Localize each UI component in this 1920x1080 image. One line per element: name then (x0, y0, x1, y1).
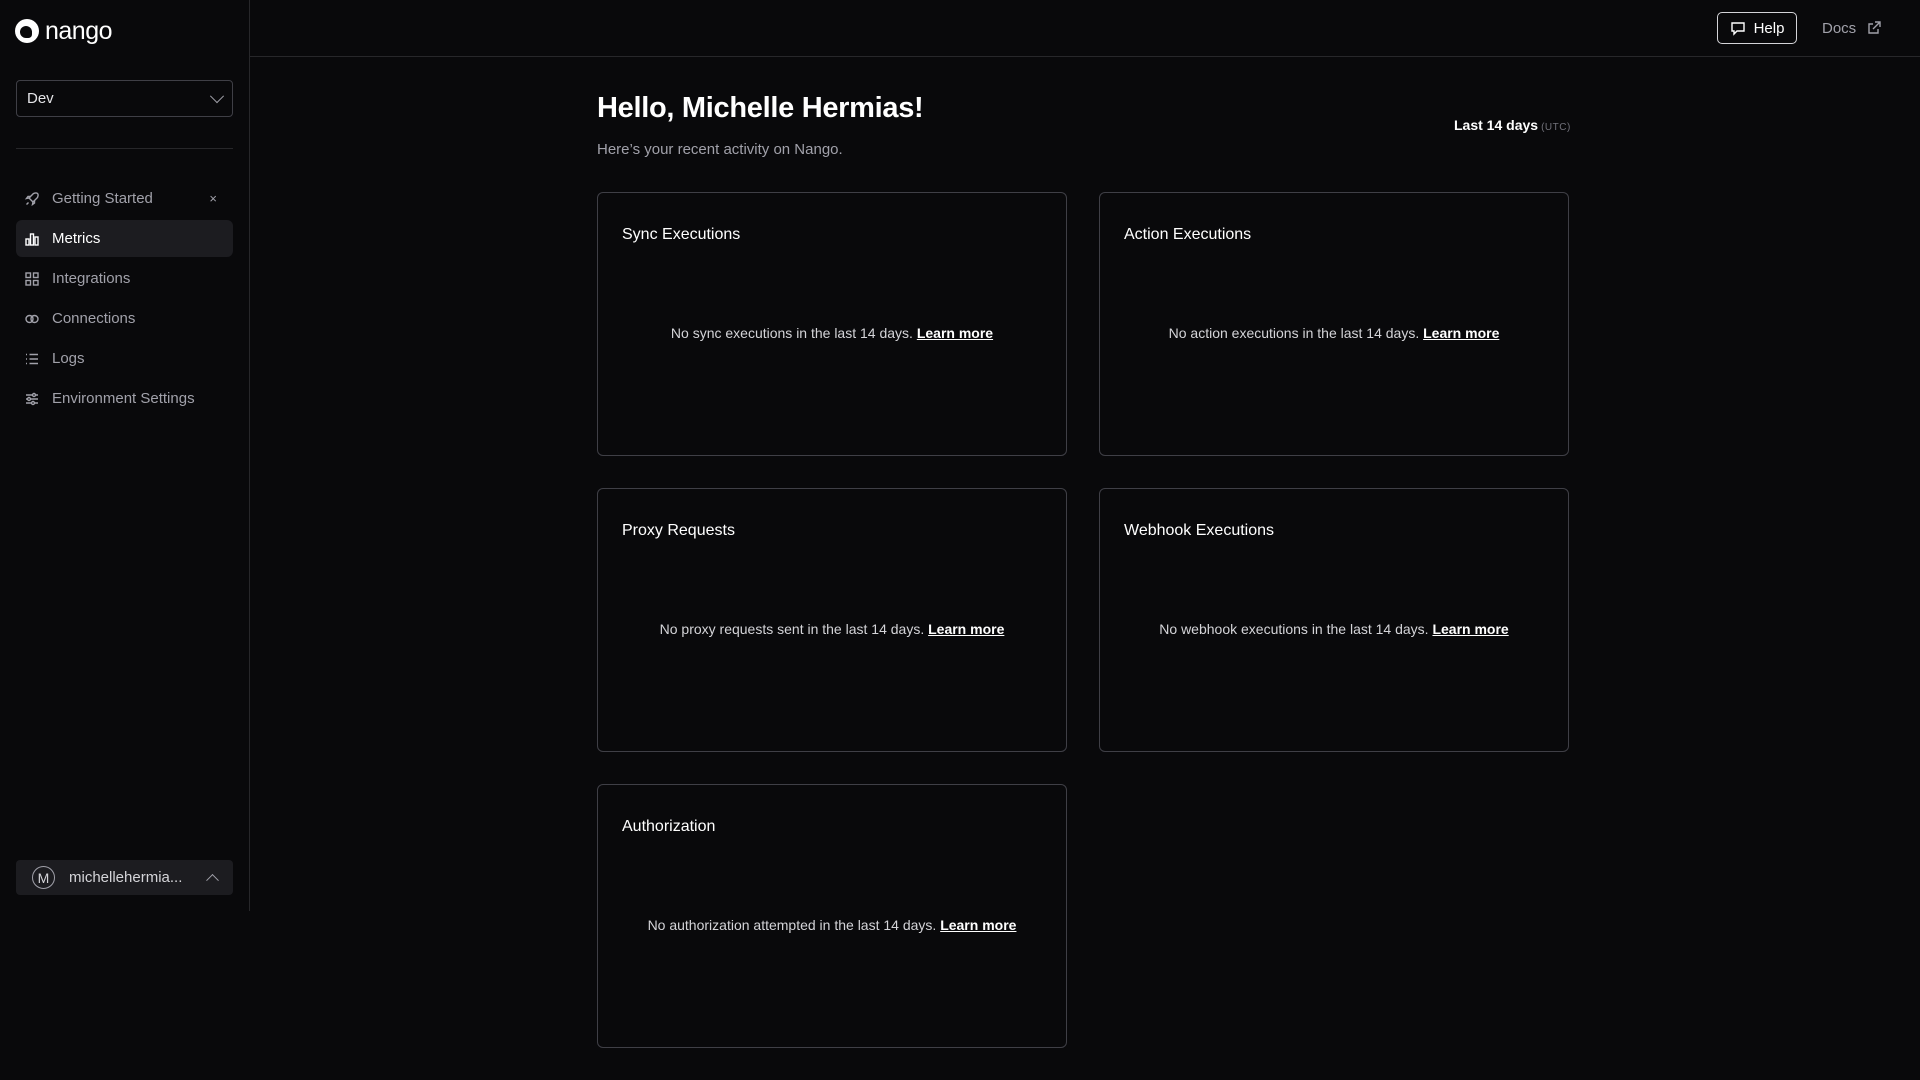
sidebar-item-label: Logs (52, 350, 85, 367)
page-subtitle: Here’s your recent activity on Nango. (597, 141, 843, 158)
sidebar-item-label: Metrics (52, 230, 101, 247)
card-webhook-executions: Webhook Executions No webhook executions… (1099, 488, 1569, 752)
sidebar-item-label: Getting Started (52, 190, 153, 207)
bar-chart-icon (24, 231, 40, 247)
nango-logo-icon (15, 19, 39, 43)
chevron-down-icon (209, 88, 225, 103)
help-button[interactable]: Help (1717, 12, 1797, 44)
sidebar-item-getting-started[interactable]: Getting Started × (16, 180, 233, 217)
card-action-executions: Action Executions No action executions i… (1099, 192, 1569, 456)
card-authorization: Authorization No authorization attempted… (597, 784, 1067, 1048)
learn-more-link[interactable]: Learn more (917, 325, 993, 341)
date-range[interactable]: Last 14 days (UTC) (1454, 117, 1571, 133)
empty-text: No sync executions in the last 14 days. (670, 325, 913, 341)
sidebar-nav: Getting Started × Metrics Integrations C… (16, 180, 233, 420)
empty-text: No proxy requests sent in the last 14 da… (659, 621, 925, 637)
sidebar-item-environment-settings[interactable]: Environment Settings (16, 380, 233, 417)
app: nango Dev Getting Started × Metrics Inte… (0, 0, 1920, 1080)
chat-icon (1730, 22, 1745, 36)
card-title: Webhook Executions (1124, 522, 1275, 539)
card-title: Action Executions (1124, 226, 1252, 243)
card-empty-message: No sync executions in the last 14 days. … (598, 325, 1066, 341)
sidebar-item-connections[interactable]: Connections (16, 300, 233, 337)
sidebar-item-logs[interactable]: Logs (16, 340, 233, 377)
date-range-label: Last 14 days (1454, 117, 1539, 133)
sidebar-item-integrations[interactable]: Integrations (16, 260, 233, 297)
docs-link[interactable]: Docs (1822, 16, 1882, 40)
card-title: Sync Executions (622, 226, 741, 243)
empty-text: No authorization attempted in the last 1… (647, 917, 937, 933)
logo[interactable]: nango (15, 16, 113, 45)
card-empty-message: No proxy requests sent in the last 14 da… (598, 621, 1066, 637)
user-menu[interactable]: M michellehermia... (16, 860, 233, 895)
logo-text: nango (45, 16, 113, 45)
sliders-icon (24, 391, 40, 407)
learn-more-link[interactable]: Learn more (940, 917, 1016, 933)
card-empty-message: No authorization attempted in the last 1… (598, 917, 1066, 933)
help-label: Help (1753, 19, 1785, 37)
sidebar-item-label: Environment Settings (52, 390, 195, 407)
environment-select[interactable]: Dev (16, 80, 233, 117)
learn-more-link[interactable]: Learn more (928, 621, 1004, 637)
page-title: Hello, Michelle Hermias! (597, 92, 924, 124)
sidebar-item-label: Integrations (52, 270, 131, 287)
chevron-up-icon (206, 873, 219, 887)
learn-more-link[interactable]: Learn more (1423, 325, 1499, 341)
card-sync-executions: Sync Executions No sync executions in th… (597, 192, 1067, 456)
link-icon (24, 311, 40, 327)
close-icon[interactable]: × (209, 191, 217, 206)
learn-more-link[interactable]: Learn more (1432, 621, 1508, 637)
user-name: michellehermia... (69, 869, 183, 886)
docs-label: Docs (1822, 19, 1857, 37)
list-icon (24, 351, 40, 367)
card-title: Authorization (622, 818, 716, 835)
empty-text: No webhook executions in the last 14 day… (1159, 621, 1429, 637)
sidebar-divider (16, 148, 233, 149)
card-empty-message: No action executions in the last 14 days… (1100, 325, 1568, 341)
environment-value: Dev (27, 90, 54, 107)
card-empty-message: No webhook executions in the last 14 day… (1100, 621, 1568, 637)
sidebar-item-metrics[interactable]: Metrics (16, 220, 233, 257)
avatar: M (32, 866, 55, 889)
sidebar-item-label: Connections (52, 310, 136, 327)
timezone-label: (UTC) (1541, 122, 1571, 133)
topbar: Help Docs (250, 0, 1920, 57)
external-link-icon (1868, 21, 1881, 34)
card-title: Proxy Requests (622, 522, 735, 539)
sidebar: nango Dev Getting Started × Metrics Inte… (0, 0, 250, 911)
rocket-icon (24, 191, 40, 207)
empty-text: No action executions in the last 14 days… (1168, 325, 1420, 341)
card-proxy-requests: Proxy Requests No proxy requests sent in… (597, 488, 1067, 752)
grid-icon (24, 271, 40, 287)
